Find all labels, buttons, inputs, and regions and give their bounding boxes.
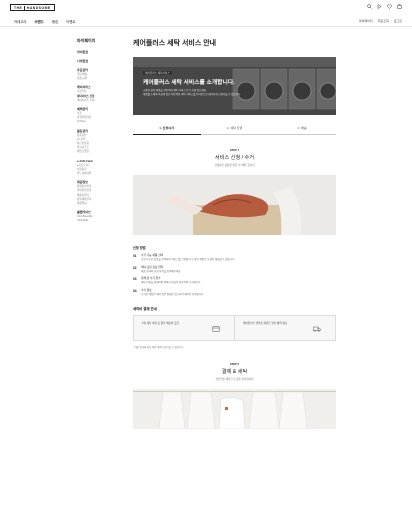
apply-step-number: 03	[133, 277, 137, 282]
sidebar-group: 활동관리 상품리뷰 1:1문의 최근본상품 위시리스트 재입고알림	[77, 129, 125, 155]
hero-banner: 케어플러스 세탁서비스 케어플러스 세탁 서비스를 소개합니다. 소중한 한섬 …	[133, 57, 336, 115]
gnb-order-link[interactable]: 주문조회	[378, 19, 389, 23]
apply-step-desc: 신청 가능한 상품을 선택하여 서비스를 신청합니다. 일부 제품은 신청이 제…	[141, 258, 236, 261]
wishlist-icon[interactable]	[387, 4, 392, 9]
history-icon[interactable]	[377, 4, 382, 9]
laundromat-image	[133, 57, 336, 115]
sidebar-item[interactable]: 회원탈퇴	[77, 202, 125, 206]
price-info-text: 1벌 세탁 비용 및 왕복 배송비 포함	[142, 322, 179, 326]
sidebar-item[interactable]: H.Point	[77, 120, 125, 124]
gnb-event[interactable]: 이벤트	[66, 19, 75, 24]
step-subtitle: 전문적인 세탁으로 옷을 관리합니다	[215, 378, 254, 382]
tab-step-2[interactable]: 2. 세탁 진행	[201, 124, 269, 134]
section-heading: 세탁비 결제 안내	[133, 307, 157, 312]
sidebar-group: 케어서비스 수선신청 세탁서비스 신청 케어서비스 조회	[77, 85, 125, 103]
global-nav: 카테고리 브랜드 랭킹 이벤트 마이페이지 주문조회 로그인	[0, 17, 412, 27]
gnb-brand[interactable]: 브랜드	[34, 19, 43, 24]
sidebar-title: 마이페이지	[77, 38, 96, 43]
sidebar-group-title[interactable]: 마이한섬	[77, 50, 125, 55]
apply-step-row: 03 결제 및 수거 접수 세탁 비용을 결제하면 택배 기사님이 방문하여 수…	[133, 277, 336, 285]
apply-step-desc: 제품 상태와 요청 사항을 입력해주세요.	[141, 269, 182, 273]
gnb-mypage-link[interactable]: 마이페이지	[359, 19, 373, 23]
apply-step-number: 01	[133, 254, 137, 258]
brand-logo[interactable]: THE HANDSOME	[10, 4, 55, 11]
sidebar-item[interactable]: 재입고알림	[77, 150, 125, 154]
tab-step-1[interactable]: 1. 신청/수거	[133, 124, 201, 135]
page-title: 케어플러스 세탁 서비스 안내	[133, 40, 217, 47]
gnb-login-link[interactable]: 로그인	[394, 19, 402, 23]
top-bar: THE HANDSOME	[0, 0, 412, 14]
sidebar-item[interactable]: Club Mall	[77, 219, 125, 223]
sidebar: 마이페이지 마이한섬 나의한섬 주문관리 주문/배송 반품/교환 케어서비스 수…	[77, 38, 125, 228]
step-subtitle: 신청하신 상품을 방문 수거해드립니다	[214, 164, 255, 167]
sidebar-group: e-Gift Card e기프트카드 선물하기 카드사용내역	[77, 159, 125, 177]
apply-step-row: 04 수거 완료 수거된 제품은 세탁 전문 업체로 입고되어 세탁이 진행됩니…	[133, 289, 336, 297]
hero-desc: 제품별 소재와 특성에 맞춘 전문적인 세탁 서비스를 온라인으로 편리하게 신…	[143, 93, 242, 96]
price-note: * 제품 특성에 따라 세탁 비용이 상이할 수 있습니다.	[133, 346, 184, 350]
tab-step-3[interactable]: 3. 배송	[268, 124, 336, 134]
gnb-category[interactable]: 카테고리	[14, 19, 26, 24]
apply-step-number: 04	[133, 288, 137, 293]
price-info-text: 케어플러스 멤버십 회원은 할인 혜택 제공	[243, 322, 288, 326]
price-info-card: 1벌 세탁 비용 및 왕복 배송비 포함	[134, 316, 234, 340]
cart-icon[interactable]	[397, 4, 402, 9]
sidebar-group: 혜택관리 쿠폰 한섬마일리지 H.Point	[77, 107, 125, 125]
sidebar-group-title[interactable]: 나의한섬	[77, 59, 125, 64]
truck-icon	[313, 327, 321, 333]
step-tabs: 1. 신청/수거 2. 세탁 진행 3. 배송	[133, 124, 336, 135]
logo-divider	[24, 5, 25, 10]
step-badge: STEP 1	[230, 149, 239, 152]
search-icon[interactable]	[367, 4, 372, 9]
gnb-ranking[interactable]: 랭킹	[52, 19, 58, 24]
sidebar-item[interactable]: 반품/교환	[77, 77, 125, 81]
hero-title: 케어플러스 세탁 서비스를 소개합니다.	[143, 80, 235, 86]
apply-step-row: 02 세탁 요청 정보 입력 제품 상태와 요청 사항을 입력해주세요.	[133, 266, 336, 274]
sidebar-group: 마이한섬	[77, 50, 125, 55]
apply-step-desc: 수거된 제품은 세탁 전문 업체로 입고되어 세탁이 진행됩니다.	[141, 292, 205, 296]
sidebar-group: 주문관리 주문/배송 반품/교환	[77, 68, 125, 81]
apply-step-row: 01 수거 가능 제품 선택 신청 가능한 상품을 선택하여 서비스를 신청합니…	[133, 254, 336, 262]
section-heading: 신청 방법	[133, 246, 146, 250]
apply-step-number: 02	[133, 265, 137, 270]
step-badge: STEP 2	[230, 363, 239, 367]
hero-eyebrow: 케어플러스 세탁서비스	[143, 71, 172, 75]
laundry-rack-image	[133, 389, 336, 430]
logo-left-text: THE	[14, 5, 23, 10]
sidebar-group: 나의한섬	[77, 59, 125, 64]
sidebar-group: 회원정보 회원정보변경 비밀번호변경 배송지관리 환불계좌관리 회원탈퇴	[77, 180, 125, 206]
clothes-box-image	[133, 175, 336, 235]
apply-step-desc: 세탁 비용을 결제하면 택배 기사님이 방문하여 수거합니다.	[141, 281, 202, 285]
credit-card-icon	[212, 326, 220, 333]
sidebar-item[interactable]: 케어서비스 조회	[77, 99, 125, 103]
sidebar-group: 클럽라이브 Club Benefits Club Mall	[77, 210, 125, 223]
step-title: 결제 & 세탁	[221, 369, 248, 376]
main-content: 케어플러스 세탁 서비스 안내 케어플러스 세탁서비스 케어플러스 세탁 서비스…	[133, 38, 336, 430]
price-info-card: 케어플러스 멤버십 회원은 할인 혜택 제공	[234, 316, 335, 341]
sidebar-item[interactable]: 카드사용내역	[77, 172, 125, 176]
price-info-box: 1벌 세탁 비용 및 왕복 배송비 포함 케어플러스 멤버십 회원은 할인 혜택…	[133, 315, 336, 342]
logo-right-text: HANDSOME	[26, 5, 51, 10]
step-title: 서비스 신청 / 수거	[214, 155, 255, 161]
